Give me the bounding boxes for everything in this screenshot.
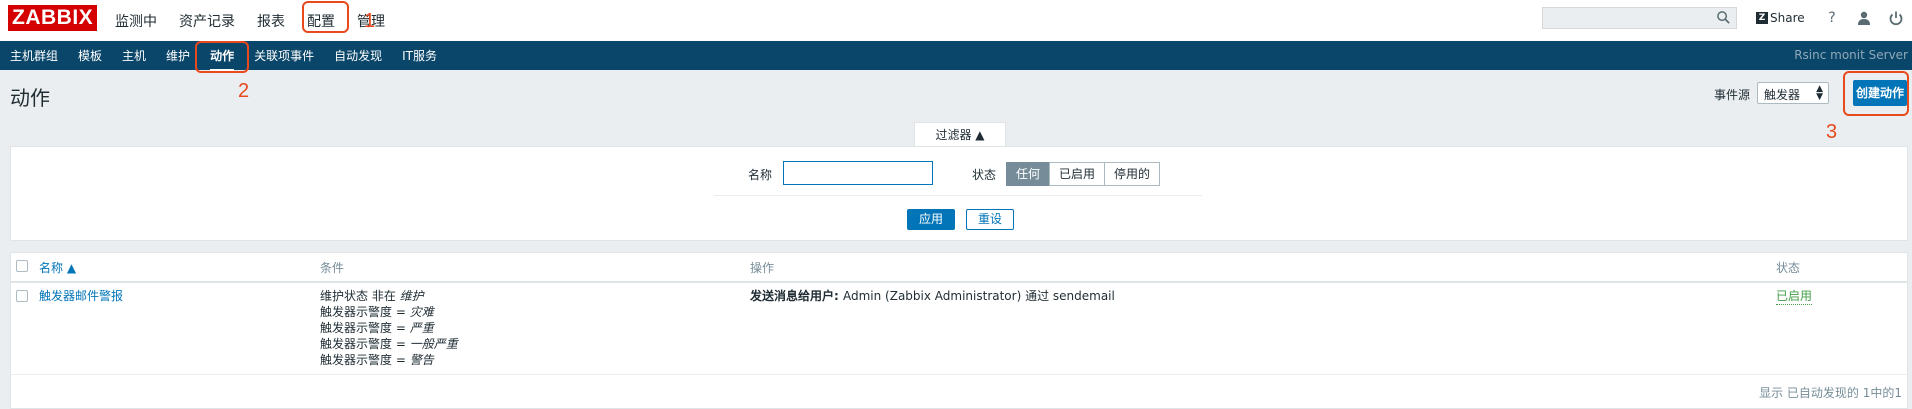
filter-name-label: 名称 (748, 168, 773, 182)
search-icon[interactable] (1716, 10, 1731, 25)
row-divider (11, 374, 1907, 375)
action-name-link[interactable]: 触发器邮件警报 (39, 288, 123, 304)
annotation-highlight-create-action (1843, 71, 1909, 116)
top-header: ZABBIX 监测中 资产记录 报表 配置 管理 Z Share ? (0, 0, 1912, 41)
status-option-disabled[interactable]: 停用的 (1104, 162, 1161, 186)
subnav-host-groups[interactable]: 主机群组 (10, 47, 58, 64)
filter-tab[interactable]: 过滤器 ▲ (914, 122, 1006, 146)
status-option-any[interactable]: 任何 (1006, 162, 1051, 186)
condition-prefix: 触发器示警度 = (320, 337, 410, 351)
condition-value: 严重 (409, 321, 434, 335)
condition-value: 灾难 (409, 305, 434, 319)
status-enabled-link[interactable]: 已启用 (1776, 288, 1813, 305)
condition-line: 触发器示警度 = 警告 (320, 352, 458, 368)
condition-prefix: 触发器示警度 = (320, 305, 410, 319)
action-conditions: 维护状态 非在 维护 触发器示警度 = 灾难 触发器示警度 = 严重 触发器示警… (320, 288, 458, 368)
global-search-input[interactable] (1542, 7, 1737, 29)
select-all-checkbox[interactable] (16, 260, 28, 272)
annotation-highlight-configuration (302, 1, 349, 33)
user-icon[interactable] (1856, 10, 1872, 26)
header-name[interactable]: 名称 ▲ (39, 259, 76, 276)
filter-panel (10, 146, 1908, 241)
reset-button[interactable]: 重设 (966, 209, 1014, 230)
row-checkbox[interactable] (16, 290, 28, 302)
share-label: Share (1770, 11, 1805, 25)
menu-monitoring[interactable]: 监测中 (115, 11, 157, 31)
table-footer-count: 显示 已自动发现的 1中的1 (1759, 386, 1902, 400)
subnav-it-services[interactable]: IT服务 (402, 47, 437, 64)
sub-navigation: 主机群组 模板 主机 维护 动作 关联项事件 自动发现 IT服务 Rsinc m… (0, 41, 1912, 72)
subnav-discovery[interactable]: 自动发现 (334, 47, 382, 64)
menu-reports[interactable]: 报表 (257, 11, 285, 31)
header-conditions: 条件 (320, 261, 345, 275)
annotation-highlight-actions (195, 41, 249, 73)
help-icon[interactable]: ? (1824, 10, 1840, 26)
filter-status-group: 任何 已启用 停用的 (1006, 162, 1161, 186)
condition-value: 警告 (409, 353, 434, 367)
condition-line: 触发器示警度 = 一般严重 (320, 336, 458, 352)
share-button[interactable]: Z Share (1756, 11, 1805, 25)
condition-line: 触发器示警度 = 严重 (320, 320, 458, 336)
menu-inventory[interactable]: 资产记录 (179, 11, 235, 31)
condition-prefix: 触发器示警度 = (320, 321, 410, 335)
subnav-hosts[interactable]: 主机 (122, 47, 146, 64)
annotation-number-3: 3 (1826, 121, 1838, 143)
header-status: 状态 (1776, 261, 1801, 275)
actions-table (10, 252, 1908, 409)
share-icon: Z (1756, 12, 1768, 24)
filter-divider (714, 195, 1202, 196)
subnav-event-correlation[interactable]: 关联项事件 (254, 47, 314, 64)
operation-prefix: 发送消息给用户: (750, 289, 843, 303)
server-name: Rsinc monit Server (1794, 48, 1908, 62)
select-arrows-icon: ▲ ▼ (1816, 84, 1823, 102)
subnav-maintenance[interactable]: 维护 (166, 47, 190, 64)
condition-line: 触发器示警度 = 灾难 (320, 304, 458, 320)
condition-prefix: 触发器示警度 = (320, 353, 410, 367)
action-operations: 发送消息给用户: Admin (Zabbix Administrator) 通过… (750, 288, 1115, 304)
header-operations: 操作 (750, 261, 775, 275)
condition-value: 一般严重 (409, 337, 458, 351)
event-source-label: 事件源 (1714, 88, 1751, 102)
event-source-select[interactable]: 触发器 ▲ ▼ (1757, 82, 1829, 104)
condition-line: 维护状态 非在 维护 (320, 288, 458, 304)
subnav-templates[interactable]: 模板 (78, 47, 102, 64)
apply-button[interactable]: 应用 (907, 209, 955, 230)
condition-value: 维护 (399, 289, 424, 303)
annotation-number-1: 1 (364, 10, 376, 32)
annotation-number-2: 2 (238, 80, 250, 102)
header-divider (11, 281, 1907, 283)
condition-prefix: 维护状态 非在 (320, 289, 400, 303)
filter-status-label: 状态 (972, 168, 997, 182)
page-title: 动作 (10, 86, 50, 110)
power-icon[interactable] (1888, 10, 1904, 26)
event-source-value: 触发器 (1764, 88, 1801, 102)
zabbix-logo[interactable]: ZABBIX (8, 5, 98, 31)
filter-name-input[interactable] (783, 161, 933, 185)
operation-text: Admin (Zabbix Administrator) 通过 sendemai… (842, 289, 1115, 303)
status-option-enabled[interactable]: 已启用 (1049, 162, 1106, 186)
